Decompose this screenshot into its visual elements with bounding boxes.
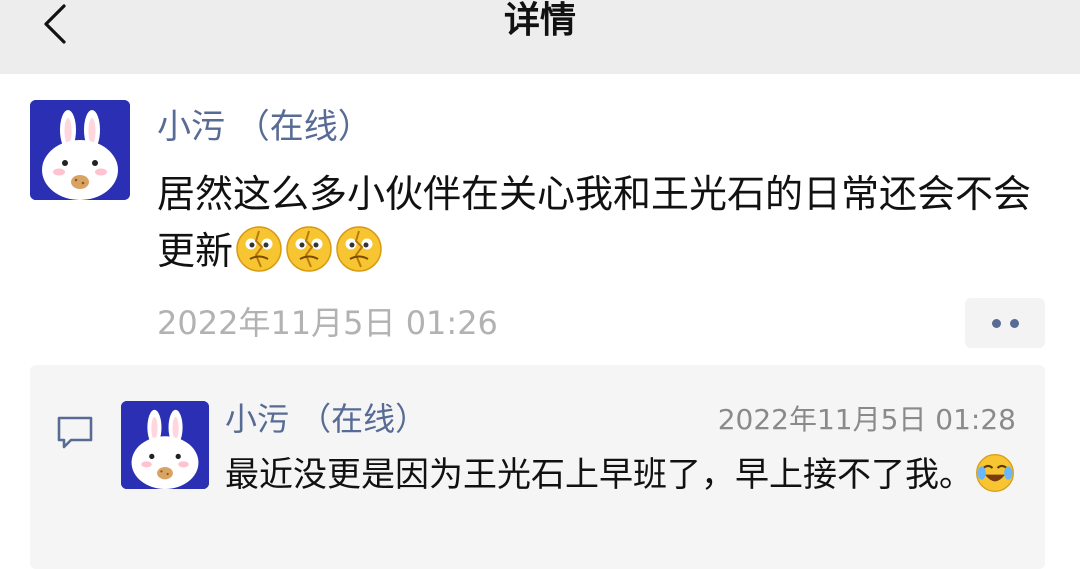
post-timestamp: 2022年11月5日 01:26 xyxy=(157,304,498,342)
broken-heart-face-emoji-icon xyxy=(336,226,382,272)
post-content: 居然这么多小伙伴在关心我和王光石的日常还会不会更新 xyxy=(157,166,1047,280)
bunny-avatar-icon xyxy=(121,401,209,489)
crying-laughing-emoji-icon xyxy=(976,454,1014,492)
post-author-name[interactable]: 小污 （在线） xyxy=(157,102,372,152)
comment-bubble-icon xyxy=(57,416,93,449)
reply-timestamp: 2022年11月5日 01:28 xyxy=(717,403,1016,436)
more-dots-icon xyxy=(1009,318,1019,328)
more-dots-icon xyxy=(991,318,1001,328)
top-nav-bar: 详情 xyxy=(0,0,1080,74)
reply-author-name[interactable]: 小污 （在线） xyxy=(225,397,427,441)
reply-content[interactable]: 最近没更是因为王光石上早班了，早上接不了我。 xyxy=(225,450,1015,501)
more-options-button[interactable] xyxy=(965,298,1045,348)
post-author-avatar[interactable] xyxy=(30,100,130,200)
page-title: 详情 xyxy=(503,0,576,41)
broken-heart-face-emoji-icon xyxy=(236,226,282,272)
bunny-avatar-icon xyxy=(30,100,130,200)
reply-content-text: 最近没更是因为王光石上早班了，早上接不了我。 xyxy=(225,455,973,495)
broken-heart-face-emoji-icon xyxy=(286,226,332,272)
reply-author-avatar[interactable] xyxy=(121,401,209,489)
